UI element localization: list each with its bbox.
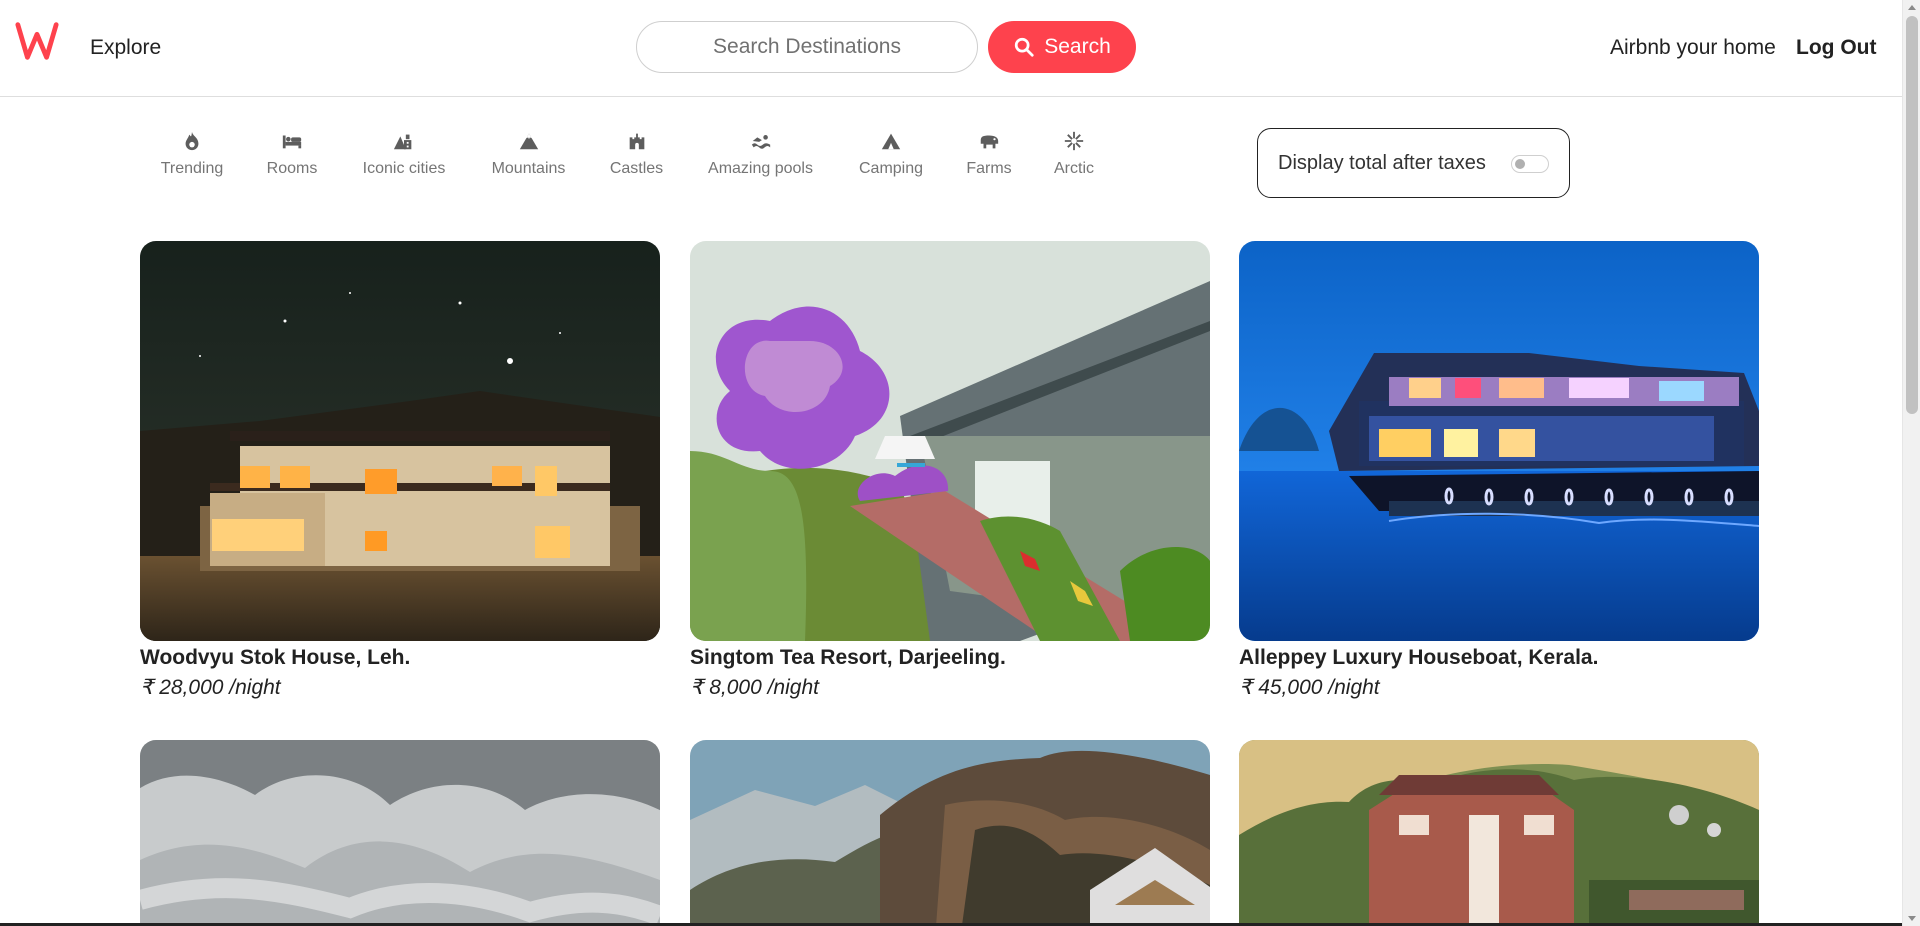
cloudy-sky-image <box>140 740 660 926</box>
listing-title[interactable]: Alleppey Luxury Houseboat, Kerala. <box>1239 646 1759 670</box>
explore-link[interactable]: Explore <box>90 36 161 60</box>
listing-card[interactable]: Alleppey Luxury Houseboat, Kerala. ₹ 45,… <box>1239 241 1759 700</box>
filter-mountains[interactable]: Mountains <box>489 130 568 177</box>
filter-label: Arctic <box>1054 160 1094 177</box>
filter-iconic-cities[interactable]: Iconic cities <box>358 130 450 177</box>
search-button[interactable]: Search <box>988 21 1136 73</box>
houseboat-image <box>1239 241 1759 641</box>
filter-farms[interactable]: Farms <box>965 130 1013 177</box>
listing-card[interactable]: Singtom Tea Resort, Darjeeling. ₹ 8,000 … <box>690 241 1210 700</box>
bed-icon <box>282 135 302 149</box>
fire-icon <box>185 131 199 151</box>
tax-toggle-switch[interactable] <box>1511 155 1549 173</box>
filter-rooms[interactable]: Rooms <box>265 130 319 177</box>
pool-icon <box>751 135 770 149</box>
search-icon <box>1015 37 1034 57</box>
city-icon <box>393 134 412 150</box>
filter-label: Rooms <box>266 160 318 177</box>
filter-label: Camping <box>858 160 924 177</box>
campground-icon <box>881 133 901 150</box>
listing-price: ₹ 28,000 /night <box>140 676 281 699</box>
filter-castles[interactable]: Castles <box>607 130 666 177</box>
category-filters: Trending Rooms Iconic cities Mountains C… <box>0 97 1902 227</box>
scroll-down-icon[interactable] <box>1908 916 1916 921</box>
log-out-link[interactable]: Log Out <box>1796 36 1876 60</box>
vertical-scrollbar[interactable] <box>1902 0 1920 926</box>
filter-label: Amazing pools <box>708 160 813 177</box>
snowflake-icon <box>1064 131 1084 151</box>
scrollbar-thumb[interactable] <box>1906 16 1918 414</box>
listing-title[interactable]: Woodvyu Stok House, Leh. <box>140 646 660 670</box>
listing-price: ₹ 45,000 /night <box>1239 676 1380 699</box>
listing-image-villa[interactable] <box>1239 740 1759 926</box>
cow-icon <box>980 135 999 149</box>
mountain-cabin-image <box>690 740 1210 926</box>
filter-label: Iconic cities <box>362 160 446 177</box>
filter-label: Castles <box>609 160 664 177</box>
wanderlust-logo-icon[interactable] <box>14 18 60 64</box>
listing-card[interactable]: Woodvyu Stok House, Leh. ₹ 28,000 /night <box>140 241 660 700</box>
filter-label: Mountains <box>491 160 566 177</box>
tea-resort-image <box>690 241 1210 641</box>
villa-image <box>1239 740 1759 926</box>
castle-icon <box>629 133 644 150</box>
top-navigation: Explore Search Destinations Search Airbn… <box>0 0 1902 97</box>
search-button-label: Search <box>1044 35 1111 58</box>
listing-image-mountain-cabin[interactable] <box>690 740 1210 926</box>
filter-label: Trending <box>160 160 224 177</box>
mountain-icon <box>519 133 538 150</box>
listing-image-cloudy[interactable] <box>140 740 660 926</box>
tax-display-toggle[interactable]: Display total after taxes <box>1257 128 1570 198</box>
listing-price: ₹ 8,000 /night <box>690 676 819 699</box>
filter-camping[interactable]: Camping <box>855 130 927 177</box>
listing-image[interactable] <box>690 241 1210 641</box>
listing-title[interactable]: Singtom Tea Resort, Darjeeling. <box>690 646 1210 670</box>
night-house-image <box>140 241 660 641</box>
listing-image[interactable] <box>140 241 660 641</box>
listing-image[interactable] <box>1239 241 1759 641</box>
filter-trending[interactable]: Trending <box>159 130 225 177</box>
tax-toggle-label: Display total after taxes <box>1278 151 1486 174</box>
filter-label: Farms <box>966 160 1012 177</box>
filter-arctic[interactable]: Arctic <box>1050 130 1098 177</box>
airbnb-your-home-link[interactable]: Airbnb your home <box>1610 36 1776 60</box>
filter-amazing-pools[interactable]: Amazing pools <box>704 130 817 177</box>
search-input[interactable]: Search Destinations <box>636 21 978 73</box>
scroll-up-icon[interactable] <box>1908 5 1916 10</box>
